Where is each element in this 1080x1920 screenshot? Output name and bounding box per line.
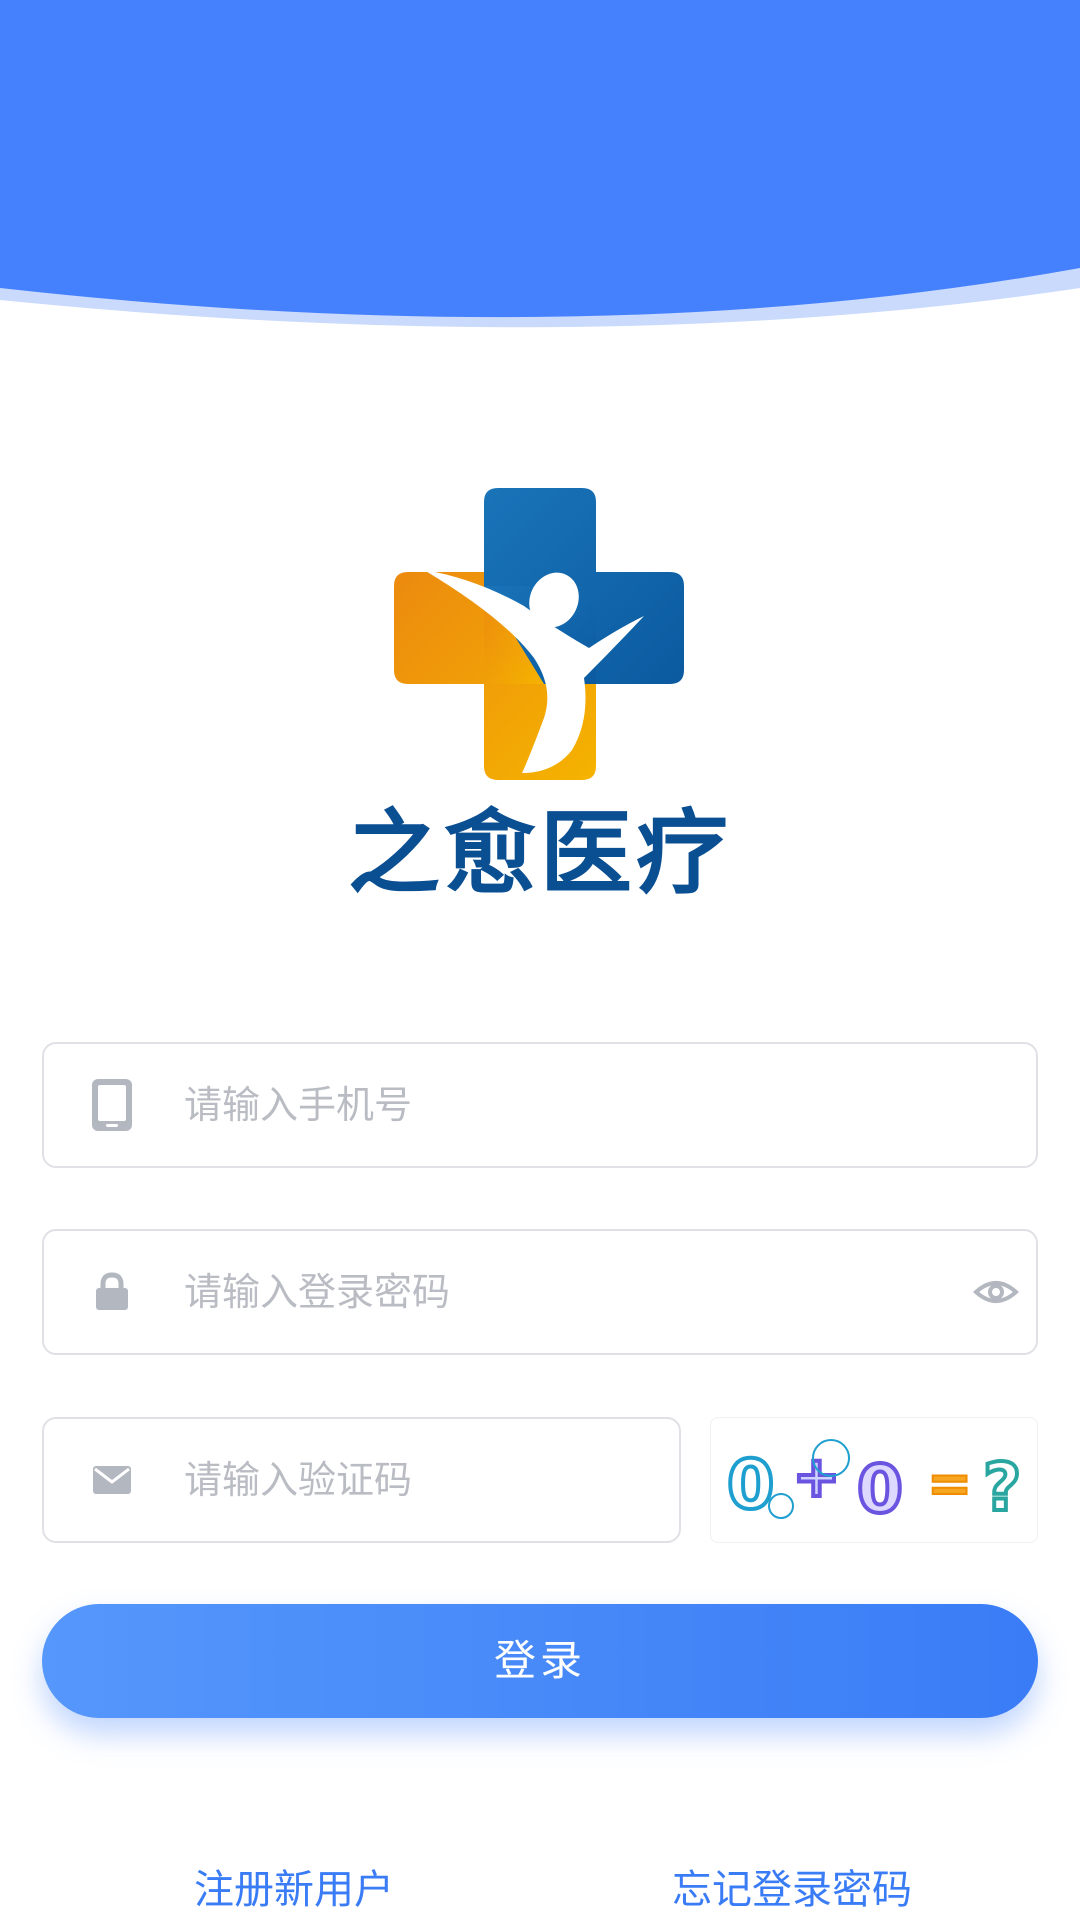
- mail-icon: [84, 1452, 140, 1508]
- phone-placeholder: 请输入手机号: [184, 1083, 413, 1127]
- password-placeholder: 请输入登录密码: [184, 1270, 451, 1314]
- login-button[interactable]: 登录: [42, 1604, 1038, 1718]
- register-link[interactable]: 注册新用户: [194, 1862, 394, 1918]
- phone-field[interactable]: 请输入手机号: [42, 1042, 1038, 1168]
- eye-icon[interactable]: [972, 1268, 1020, 1316]
- svg-text:=: =: [927, 1452, 972, 1515]
- phone-icon: [84, 1077, 140, 1133]
- forgot-password-link[interactable]: 忘记登录密码: [672, 1862, 912, 1918]
- svg-text:0: 0: [727, 1446, 774, 1525]
- svg-text:+: +: [793, 1445, 840, 1510]
- svg-text:?: ?: [983, 1449, 1021, 1526]
- captcha-field[interactable]: 请输入验证码: [42, 1417, 681, 1543]
- svg-text:0: 0: [857, 1451, 903, 1528]
- captcha-image[interactable]: 0 + 0 = ?: [710, 1417, 1038, 1543]
- brand-name: 之愈医疗: [347, 800, 732, 907]
- app-logo: [394, 488, 686, 780]
- captcha-placeholder: 请输入验证码: [184, 1458, 413, 1502]
- header-wave: [0, 0, 1080, 328]
- password-field[interactable]: 请输入登录密码: [42, 1229, 1038, 1355]
- lock-icon: [84, 1264, 140, 1320]
